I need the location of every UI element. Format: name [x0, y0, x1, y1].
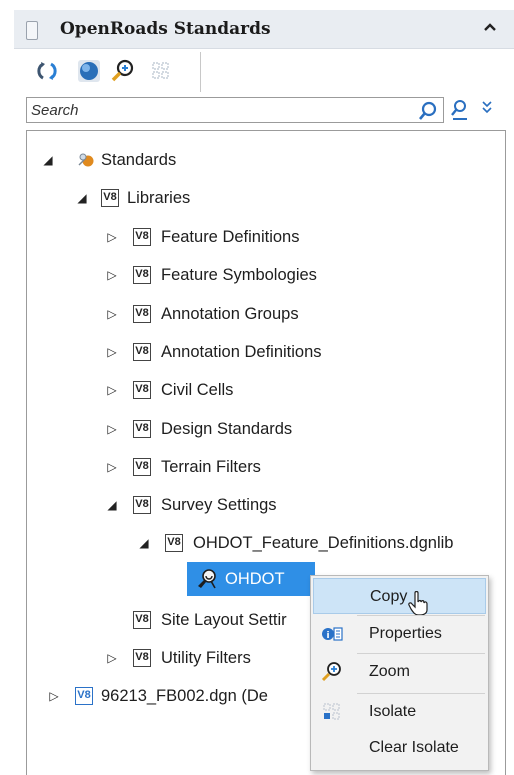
zoom-button[interactable] — [110, 58, 138, 86]
tree-node-terrain-filters[interactable]: ▷ V8 Terrain Filters — [105, 448, 485, 486]
tree-node-label: Utility Filters — [161, 649, 251, 667]
expanded-arrow-icon[interactable]: ◢ — [137, 524, 151, 562]
v8-file-icon: V8 — [75, 687, 93, 705]
survey-settings-icon — [198, 569, 216, 589]
collapsed-arrow-icon[interactable]: ▷ — [47, 677, 61, 715]
tree-node-label: Annotation Definitions — [161, 343, 322, 361]
v8-icon: V8 — [133, 266, 151, 284]
panel-title: OpenRoads Standards — [60, 19, 271, 39]
isolate-icon — [323, 703, 340, 720]
menu-item-label: Zoom — [369, 663, 410, 680]
tree-node-utility-filters[interactable]: ▷ V8 Utility Filters — [105, 639, 315, 677]
search-button[interactable] — [417, 100, 439, 122]
search-input[interactable] — [27, 98, 407, 122]
tree-node-label: Annotation Groups — [161, 305, 299, 323]
tree-node-label: Feature Symbologies — [161, 266, 317, 284]
v8-icon: V8 — [133, 649, 151, 667]
standards-icon — [78, 153, 94, 167]
collapsed-arrow-icon[interactable]: ▷ — [105, 410, 119, 448]
tree-node-label: Civil Cells — [161, 381, 234, 399]
v8-icon: V8 — [133, 381, 151, 399]
v8-icon: V8 — [133, 458, 151, 476]
properties-icon: i — [322, 627, 343, 641]
menu-item-label: Copy — [370, 588, 408, 605]
tree-node-survey-settings[interactable]: ◢ V8 Survey Settings — [105, 486, 485, 524]
menu-item-copy[interactable]: Copy — [313, 578, 486, 616]
tree-node-label: OHDOT — [225, 570, 285, 588]
tree-node-label: Libraries — [127, 189, 191, 207]
v8-icon: V8 — [133, 420, 151, 438]
tree-node-ohdot-dgnlib[interactable]: ◢ V8 OHDOT_Feature_Definitions.dgnlib — [137, 524, 507, 562]
refresh-icon — [37, 62, 57, 80]
tree-node-label: 96213_FB002.dgn (De — [101, 687, 268, 705]
globe-button[interactable] — [76, 58, 104, 86]
menu-item-label: Properties — [369, 625, 442, 642]
isolate-grid-icon — [152, 62, 169, 79]
collapsed-arrow-icon[interactable]: ▷ — [105, 218, 119, 256]
tree-node-site-layout-settings[interactable]: V8 Site Layout Settir — [105, 601, 315, 639]
toolbar — [26, 52, 201, 92]
menu-item-properties[interactable]: i Properties — [313, 616, 486, 652]
search-box — [26, 97, 444, 123]
tree-node-label: Standards — [101, 151, 177, 169]
v8-icon: V8 — [133, 228, 151, 246]
chevron-up-icon — [484, 23, 496, 31]
tree-node-label: Terrain Filters — [161, 458, 261, 476]
double-chevron-down-icon — [482, 101, 492, 114]
tree-node-label: Design Standards — [161, 420, 293, 438]
tree-node-label: Site Layout Settir — [161, 611, 287, 629]
isolate-toolbar-button[interactable] — [148, 58, 176, 86]
v8-icon: V8 — [133, 305, 151, 323]
magnifier-icon — [419, 101, 437, 120]
menu-item-isolate[interactable]: Isolate — [313, 694, 486, 730]
v8-icon: V8 — [133, 343, 151, 361]
svg-text:i: i — [326, 631, 329, 641]
collapsed-arrow-icon[interactable]: ▷ — [105, 295, 119, 333]
v8-icon: V8 — [165, 534, 183, 552]
v8-icon: V8 — [101, 189, 119, 207]
collapsed-arrow-icon[interactable]: ▷ — [105, 333, 119, 371]
expanded-arrow-icon[interactable]: ◢ — [105, 486, 119, 524]
panel-grip-icon[interactable] — [26, 21, 38, 40]
tree-node-feature-symbologies[interactable]: ▷ V8 Feature Symbologies — [105, 256, 485, 294]
collapsed-arrow-icon[interactable]: ▷ — [105, 639, 119, 677]
expanded-arrow-icon[interactable]: ◢ — [41, 141, 55, 179]
tree-node-label: Survey Settings — [161, 496, 277, 514]
hand-cursor-icon — [408, 591, 428, 616]
zoom-in-icon — [111, 59, 134, 82]
user-filter-button[interactable] — [448, 98, 472, 122]
collapsed-arrow-icon[interactable]: ▷ — [105, 448, 119, 486]
context-menu: Copy i Properties Zoom Isolate Clear Iso… — [310, 575, 489, 771]
tree-node-design-standards[interactable]: ▷ V8 Design Standards — [105, 410, 485, 448]
menu-item-clear-isolate[interactable]: Clear Isolate — [313, 730, 486, 766]
tree-node-standards[interactable]: ◢ Standards — [41, 141, 341, 179]
expand-options-button[interactable] — [477, 97, 497, 123]
user-filter-icon — [451, 100, 467, 120]
tree-node-label: Feature Definitions — [161, 228, 300, 246]
tree-node-feature-definitions[interactable]: ▷ V8 Feature Definitions — [105, 218, 485, 256]
collapsed-arrow-icon[interactable]: ▷ — [105, 371, 119, 409]
globe-icon — [78, 60, 100, 82]
menu-item-label: Clear Isolate — [369, 739, 459, 756]
panel-titlebar: OpenRoads Standards — [14, 10, 514, 49]
tree-node-dgn-file[interactable]: ▷ V8 96213_FB002.dgn (De — [47, 677, 309, 715]
tree-node-annotation-groups[interactable]: ▷ V8 Annotation Groups — [105, 295, 485, 333]
tree-node-label: OHDOT_Feature_Definitions.dgnlib — [193, 534, 454, 552]
v8-icon: V8 — [133, 496, 151, 514]
tree-node-civil-cells[interactable]: ▷ V8 Civil Cells — [105, 371, 485, 409]
expanded-arrow-icon[interactable]: ◢ — [75, 179, 89, 217]
tree-node-ohdot-selected[interactable]: OHDOT — [187, 562, 315, 596]
refresh-button[interactable] — [34, 58, 62, 86]
tree-node-annotation-definitions[interactable]: ▷ V8 Annotation Definitions — [105, 333, 485, 371]
collapse-panel-button[interactable] — [480, 18, 500, 38]
v8-icon: V8 — [133, 611, 151, 629]
openroads-standards-panel: OpenRoads Standards Search ◢ Standards ◢… — [0, 0, 514, 775]
zoom-icon — [321, 662, 341, 682]
collapsed-arrow-icon[interactable]: ▷ — [105, 256, 119, 294]
menu-item-zoom[interactable]: Zoom — [313, 654, 486, 690]
menu-item-label: Isolate — [369, 703, 417, 720]
tree-node-libraries[interactable]: ◢ V8 Libraries — [75, 179, 375, 217]
